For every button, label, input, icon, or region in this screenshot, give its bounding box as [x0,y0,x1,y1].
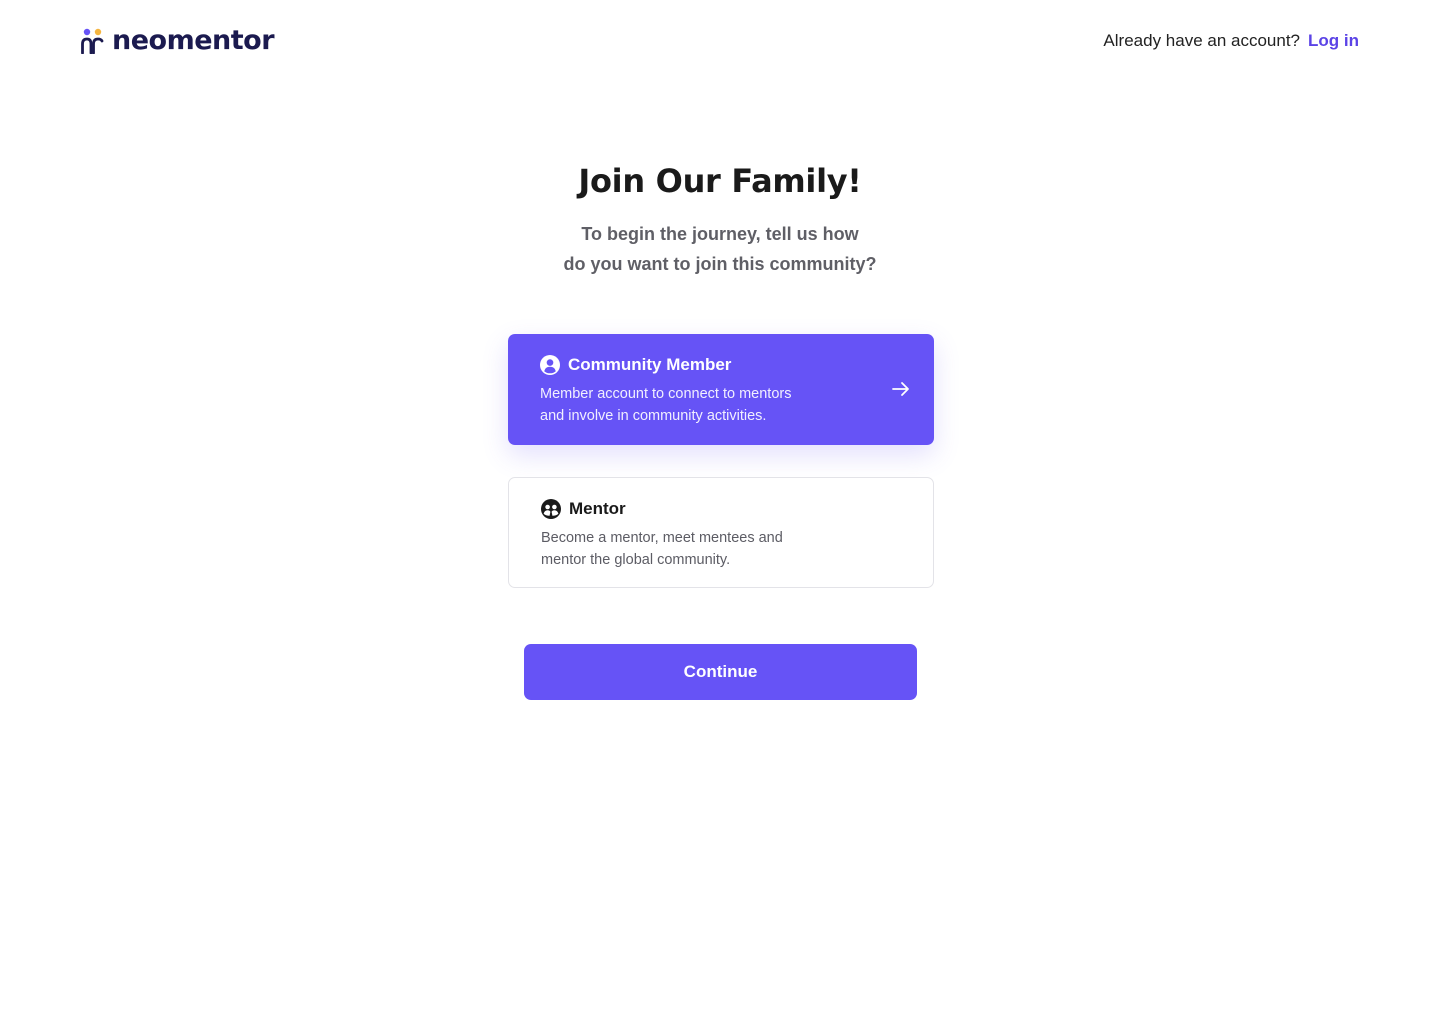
option-card-header: Community Member [540,354,902,376]
subtitle-line-1: To begin the journey, tell us how [581,224,859,244]
arrow-right-icon [892,382,909,396]
user-circle-icon [540,355,560,375]
option-card-community-member[interactable]: Community Member Member account to conne… [508,334,934,445]
option-description: Become a mentor, meet mentees and mentor… [541,527,821,571]
account-prompt-text: Already have an account? [1103,31,1301,50]
option-title: Mentor [569,499,626,518]
option-title: Community Member [568,355,732,374]
group-circle-icon [541,499,561,519]
login-link[interactable]: Log in [1308,30,1359,52]
option-description-line-1: Become a mentor, meet mentees and [541,530,783,546]
option-description-line-2: mentor the global community. [541,552,731,568]
brand-logo[interactable]: neomentor [80,25,275,56]
option-description-line-1: Member account to connect to mentors [540,386,792,402]
login-prompt: Already have an account? Log in [1103,30,1359,52]
option-card-mentor[interactable]: Mentor Become a mentor, meet mentees and… [508,477,934,588]
option-description: Member account to connect to mentors and… [540,383,820,427]
signup-role-page: neomentor Already have an account? Log i… [0,0,1440,1024]
option-description-line-2: and involve in community activities. [540,408,767,424]
page-title: Join Our Family! [578,162,862,200]
option-card-header: Mentor [541,498,901,520]
brand-name: neomentor [112,25,275,56]
subtitle-line-2: do you want to join this community? [563,254,877,274]
continue-button[interactable]: Continue [524,644,917,700]
page-subtitle: To begin the journey, tell us how do you… [0,219,1440,279]
neomentor-mark-icon [80,28,104,54]
